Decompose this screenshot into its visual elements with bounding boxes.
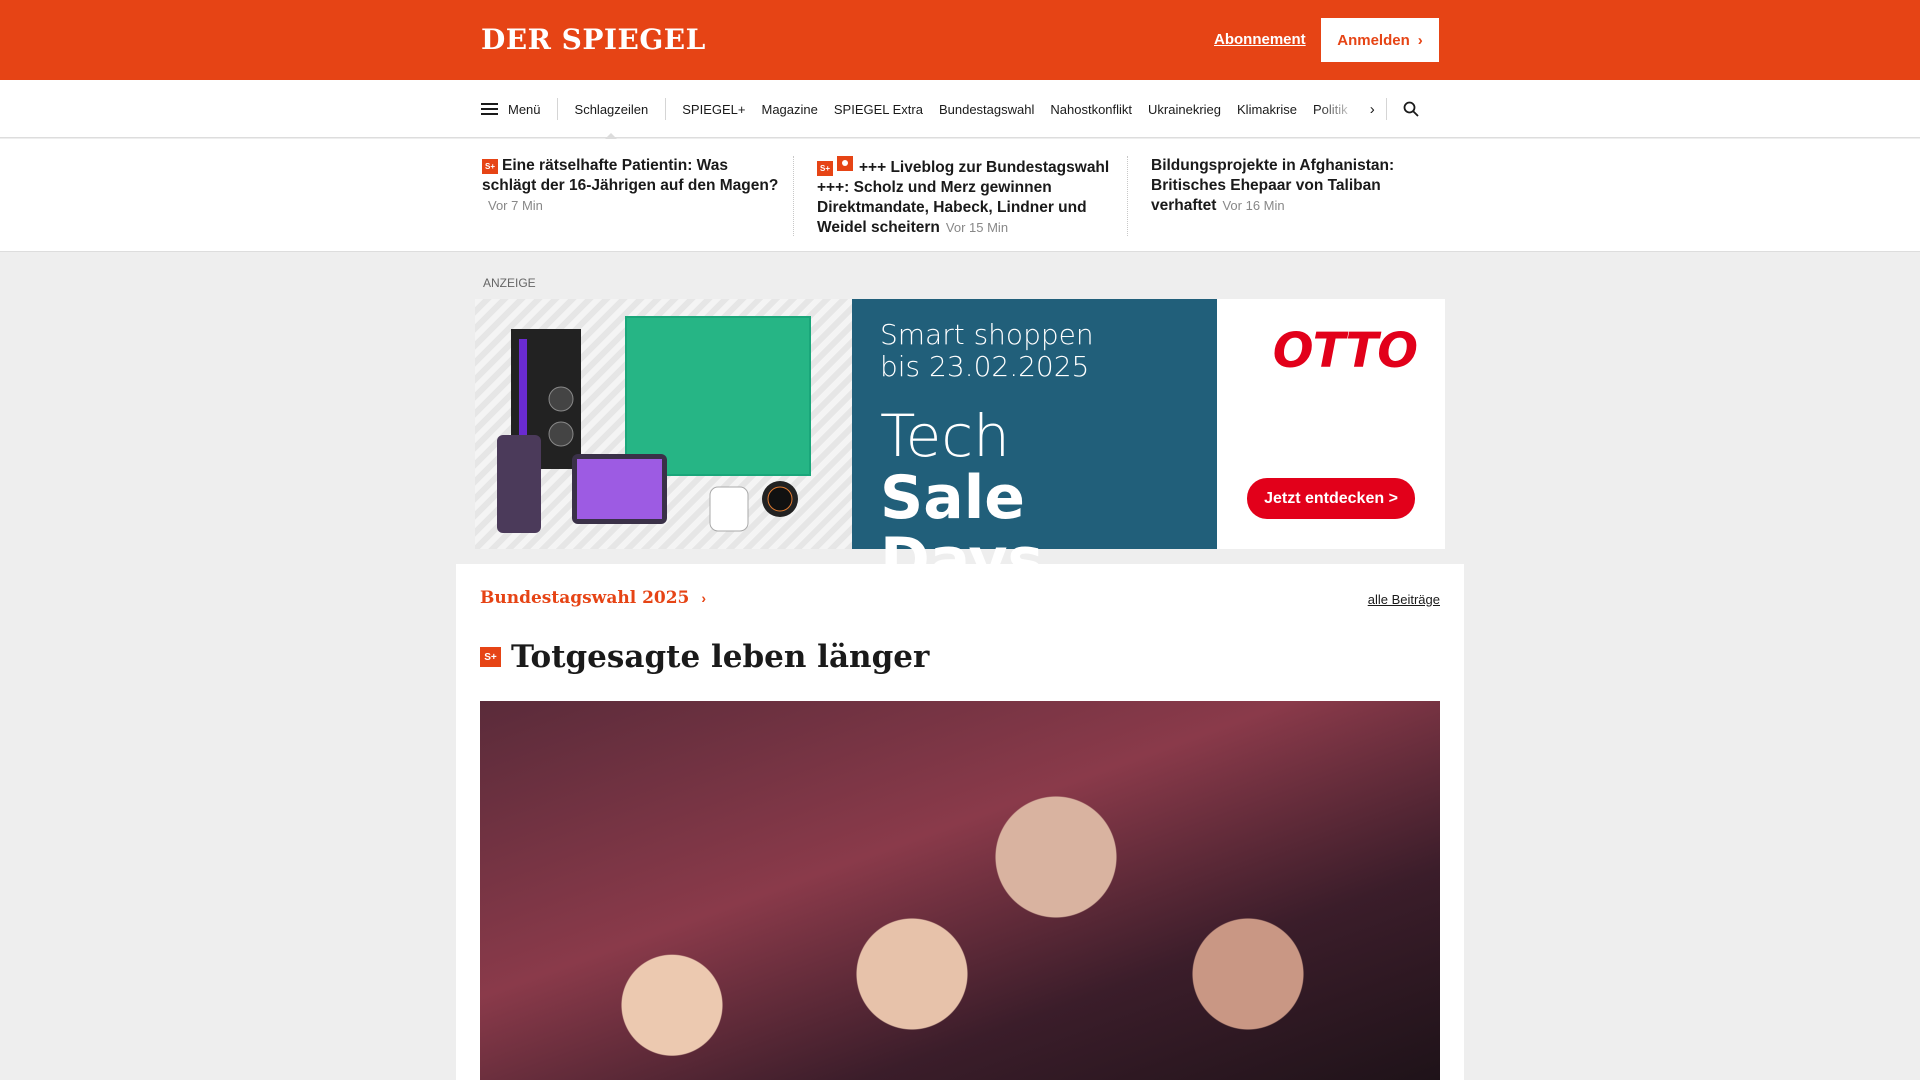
nav-item-spiegel-extra[interactable]: SPIEGEL Extra — [834, 102, 923, 117]
nav-item-magazine[interactable]: Magazine — [761, 102, 817, 117]
chevron-right-icon[interactable]: › — [1358, 101, 1386, 118]
lead-story-card: Bundestagswahl 2025 › alle Beiträge S+ T… — [456, 564, 1464, 1080]
nav-item-bundestagswahl[interactable]: Bundestagswahl — [939, 102, 1034, 117]
nav-item-politik[interactable]: Politik — [1313, 102, 1348, 117]
spiegel-plus-badge: S+ — [480, 647, 501, 667]
headline-text: Totgesagte leben länger — [511, 639, 930, 675]
teaser-title: Eine rätselhafte Patientin: Was schlägt … — [482, 157, 779, 194]
section-title: Bundestagswahl 2025 — [480, 588, 690, 608]
menu-button[interactable]: Menü — [481, 102, 557, 117]
teaser-divider — [793, 156, 794, 236]
teaser-item[interactable]: S+ Eine rätselhafte Patientin: Was schläg… — [482, 156, 782, 216]
teaser-time: Vor 16 Min — [1222, 198, 1285, 213]
site-header: DER SPIEGEL Abonnement Anmelden › — [0, 0, 1920, 80]
spiegel-plus-badge: S+ — [817, 161, 833, 176]
search-icon[interactable] — [1403, 101, 1419, 117]
otto-logo: OTTO — [1272, 323, 1418, 379]
all-articles-link[interactable]: alle Beiträge — [1368, 592, 1440, 607]
teaser-item[interactable]: S+ +++ Liveblog zur Bundestagswahl +++: S… — [817, 156, 1117, 238]
subscription-link[interactable]: Abonnement — [1214, 30, 1306, 50]
ad-brand-panel: OTTO Jetzt entdecken > — [1217, 299, 1445, 549]
login-label: Anmelden — [1337, 31, 1410, 49]
menu-label: Menü — [508, 101, 541, 117]
teaser-divider — [1127, 156, 1128, 236]
nav-divider — [1386, 98, 1388, 120]
nav-item-ukrainekrieg[interactable]: Ukrainekrieg — [1148, 102, 1221, 117]
lead-story-photo[interactable] — [480, 701, 1440, 1080]
ad-message: Smart shoppen bis 23.02.2025 Tech Sale D… — [852, 299, 1217, 591]
chevron-right-icon: › — [701, 590, 707, 606]
ad-banner[interactable]: Smart shoppen bis 23.02.2025 Tech Sale D… — [475, 299, 1445, 591]
main-navigation: Menü Schlagzeilen SPIEGEL+ Magazine SPIE… — [0, 80, 1920, 139]
live-icon — [837, 156, 853, 171]
ad-label: ANZEIGE — [483, 276, 536, 290]
login-button[interactable]: Anmelden › — [1321, 18, 1439, 62]
spiegel-logo[interactable]: DER SPIEGEL — [481, 24, 706, 56]
hamburger-icon — [481, 103, 498, 115]
nav-item-spiegel-plus[interactable]: SPIEGEL+ — [682, 102, 745, 117]
headline-teasers: S+ Eine rätselhafte Patientin: Was schläg… — [0, 139, 1920, 252]
ad-line: Smart shoppen — [880, 318, 1094, 351]
teaser-time: Vor 7 Min — [488, 198, 543, 213]
nav-item-schlagzeilen[interactable]: Schlagzeilen — [558, 80, 666, 139]
lead-headline[interactable]: S+ Totgesagte leben länger — [480, 637, 929, 677]
chevron-right-icon: › — [1417, 31, 1423, 49]
ad-cta-button[interactable]: Jetzt entdecken > — [1247, 478, 1415, 519]
ad-product-image — [475, 299, 852, 549]
ad-line: Tech — [880, 402, 1010, 470]
ad-line: bis 23.02.2025 — [880, 350, 1090, 383]
teaser-item[interactable]: Bildungsprojekte in Afghanistan: Britisc… — [1151, 156, 1451, 216]
nav-item-klimakrise[interactable]: Klimakrise — [1237, 102, 1297, 117]
nav-item-list: SPIEGEL+ Magazine SPIEGEL Extra Bundesta… — [666, 101, 1359, 117]
teaser-time: Vor 15 Min — [945, 220, 1009, 235]
spiegel-plus-badge: S+ — [482, 159, 498, 174]
nav-item-nahostkonflikt[interactable]: Nahostkonflikt — [1050, 102, 1132, 117]
section-link[interactable]: Bundestagswahl 2025 › — [480, 588, 706, 608]
